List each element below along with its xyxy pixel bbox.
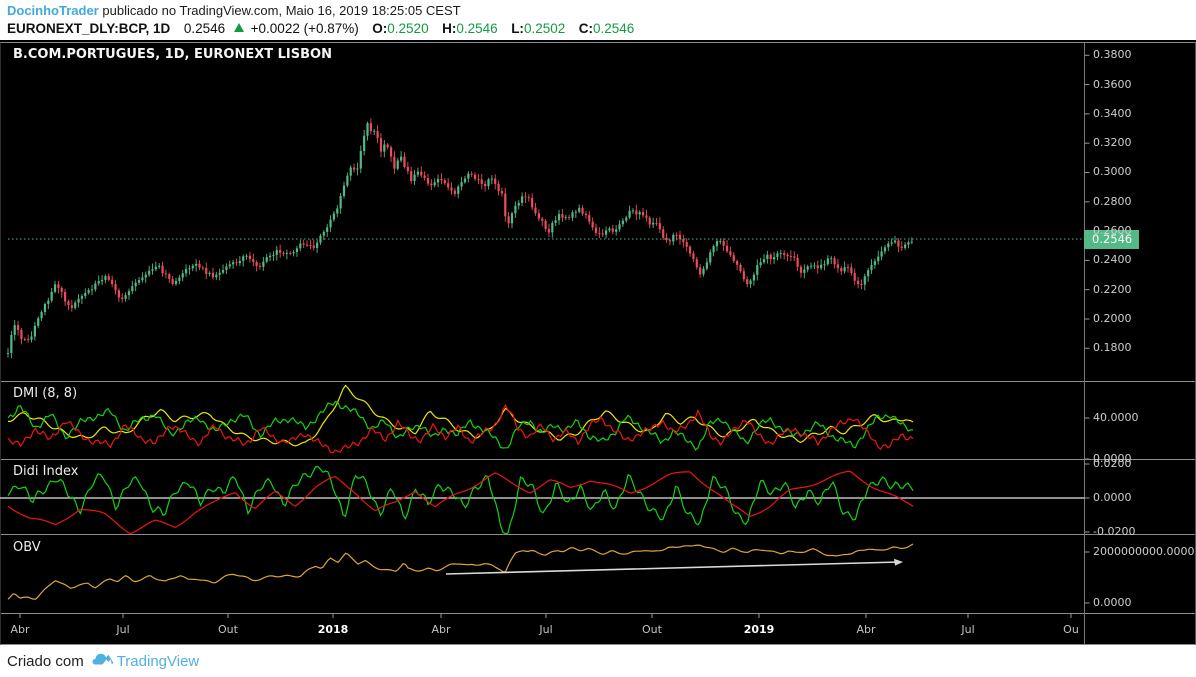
price-axis-label: 0.2600 <box>1093 224 1132 238</box>
chart-canvas[interactable] <box>0 40 1196 645</box>
time-axis-year-label: 2019 <box>743 623 775 636</box>
last-price: 0.2546 <box>183 21 226 36</box>
close-label: C: <box>578 21 594 36</box>
low-value: 0.2502 <box>523 21 566 36</box>
price-axis-label: 0.2800 <box>1093 194 1132 208</box>
didi-axis-label: 0.0200 <box>1093 457 1132 470</box>
time-axis-label: Out <box>642 623 662 636</box>
time-axis-label: Abr <box>10 623 30 636</box>
symbol-line: EURONEXT_DLY:BCP, 1D 0.2546 +0.0022 (+0.… <box>7 20 634 38</box>
chart-area: B.COM.PORTUGUES, 1D, EURONEXT LISBON DMI… <box>0 40 1196 645</box>
price-axis-label: 0.2200 <box>1093 282 1132 296</box>
up-arrow-icon <box>233 23 244 32</box>
created-with-text: Criado com <box>7 652 84 670</box>
publish-line: DocinhoTrader publicado no TradingView.c… <box>7 1 634 20</box>
didi-axis-label: 0.0000 <box>1093 491 1132 504</box>
obv-pane-title: OBV <box>13 540 41 555</box>
price-axis-label: 0.3400 <box>1093 106 1132 120</box>
price-axis-label: 0.1800 <box>1093 341 1132 355</box>
snapshot-footer: Criado com TradingView <box>0 645 1196 677</box>
time-axis-label: Jul <box>539 623 553 636</box>
didi-didislow-line <box>7 470 914 535</box>
snapshot-header: DocinhoTrader publicado no TradingView.c… <box>7 1 634 38</box>
obv-obv-line <box>7 543 914 600</box>
price-axis-label: 0.3600 <box>1093 77 1132 91</box>
dmi-pane-title: DMI (8, 8) <box>13 386 78 401</box>
open-label: O: <box>372 21 388 36</box>
dmi-di-line <box>7 400 914 451</box>
time-axis-label: Jul <box>116 623 130 636</box>
open-value: 0.2520 <box>387 21 429 36</box>
time-axis-year-label: 2018 <box>317 623 349 636</box>
author-link[interactable]: DocinhoTrader <box>7 3 99 18</box>
time-axis-label: Out <box>218 623 238 636</box>
publish-info: publicado no TradingView.com, Maio 16, 2… <box>102 3 461 18</box>
dmi-di-line <box>7 403 914 454</box>
symbol-interval: EURONEXT_DLY:BCP, 1D <box>7 21 171 36</box>
price-axis-label: 0.2000 <box>1093 311 1132 325</box>
time-axis-label: Ou <box>1063 623 1079 636</box>
tradingview-snapshot: DocinhoTrader publicado no TradingView.c… <box>0 0 1196 677</box>
low-label: L: <box>511 21 524 36</box>
price-axis-label: 0.2400 <box>1093 253 1132 267</box>
didi-axis-label: -0.0200 <box>1093 525 1136 538</box>
high-value: 0.2546 <box>456 21 498 36</box>
price-axis-label: 0.3200 <box>1093 136 1132 150</box>
time-axis-label: Abr <box>431 623 451 636</box>
time-axis-label: Abr <box>856 623 876 636</box>
obv-axis-label: 2000000000.0000 <box>1093 545 1195 558</box>
close-value: 0.2546 <box>593 21 635 36</box>
dmi-axis-label: 40.0000 <box>1093 411 1139 424</box>
obv-axis-label: 0.0000 <box>1093 596 1132 609</box>
main-pane-title: B.COM.PORTUGUES, 1D, EURONEXT LISBON <box>13 47 332 62</box>
price-change: +0.0022 (+0.87%) <box>250 21 359 36</box>
tradingview-logo-icon[interactable] <box>92 651 114 672</box>
price-axis-label: 0.3000 <box>1093 165 1132 179</box>
didi-pane-title: Didi Index <box>13 464 79 479</box>
time-axis-label: Jul <box>961 623 975 636</box>
high-label: H: <box>442 21 457 36</box>
price-axis-label: 0.3800 <box>1093 48 1132 62</box>
obv-trend-arrow <box>894 558 903 566</box>
tradingview-brand-link[interactable]: TradingView <box>117 653 200 670</box>
